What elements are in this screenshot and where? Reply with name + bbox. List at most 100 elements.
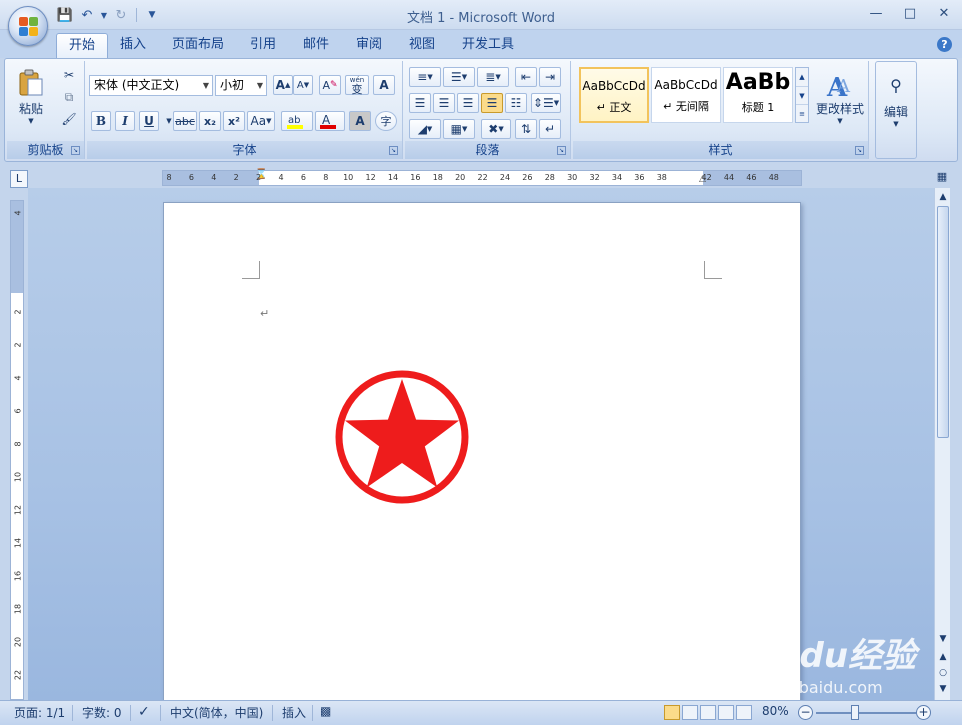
scroll-thumb[interactable]: [937, 206, 949, 438]
tab-page-layout[interactable]: 页面布局: [160, 33, 236, 58]
minimize-icon[interactable]: —: [866, 4, 886, 24]
strikethrough-button[interactable]: abc: [173, 111, 197, 131]
ruler-tick: 26: [522, 173, 533, 182]
zoom-out-icon[interactable]: −: [798, 705, 813, 720]
format-painter-icon[interactable]: 🖌: [59, 109, 79, 129]
highlight-button[interactable]: ab: [281, 111, 313, 131]
paste-dropdown-icon[interactable]: ▼: [28, 117, 33, 125]
bullets-button[interactable]: ≡ ▼: [409, 67, 441, 87]
char-shading-button[interactable]: A: [349, 111, 371, 131]
print-layout-view-icon[interactable]: [664, 705, 680, 720]
superscript-button[interactable]: x²: [223, 111, 245, 131]
clear-format-button[interactable]: A ✎: [319, 75, 341, 95]
cut-icon[interactable]: ✂: [59, 65, 79, 85]
ruler-tick: 12: [13, 504, 23, 516]
proofing-icon[interactable]: ✓: [138, 704, 150, 720]
gallery-up-icon[interactable]: ▲: [796, 68, 808, 86]
macro-record-icon[interactable]: ▩: [320, 704, 331, 718]
show-marks-icon[interactable]: ↵: [539, 119, 561, 139]
shading-button[interactable]: ◢ ▼: [409, 119, 441, 139]
ruler-tick: 20: [455, 173, 466, 182]
increase-indent-icon[interactable]: ⇥: [539, 67, 561, 87]
italic-button[interactable]: I: [115, 111, 135, 131]
chinese-layout-button[interactable]: ✖ ▼: [481, 119, 511, 139]
document-page[interactable]: ↵: [163, 202, 801, 700]
previous-page-icon[interactable]: ▲: [936, 650, 950, 664]
tab-review[interactable]: 审阅: [344, 33, 394, 58]
encircle-char-button[interactable]: 字: [375, 111, 397, 131]
font-family-value: 宋体 (中文正文): [94, 78, 180, 92]
change-case-button[interactable]: Aa ▼: [247, 111, 275, 131]
style-normal[interactable]: AaBbCcDd ↵ 正文: [579, 67, 649, 123]
gallery-down-icon[interactable]: ▼: [796, 86, 808, 104]
maximize-icon[interactable]: □: [900, 4, 920, 24]
full-screen-reading-icon[interactable]: [682, 705, 698, 720]
tab-insert[interactable]: 插入: [108, 33, 158, 58]
styles-launcher-icon[interactable]: ↘: [855, 146, 864, 155]
grow-font-button[interactable]: A ▲: [273, 75, 293, 95]
tab-developer[interactable]: 开发工具: [450, 33, 526, 58]
font-color-button[interactable]: A: [315, 111, 345, 131]
scroll-up-icon[interactable]: ▲: [936, 190, 950, 204]
document-workspace[interactable]: ↵: [28, 188, 934, 700]
paragraph-launcher-icon[interactable]: ↘: [557, 146, 566, 155]
style-no-spacing[interactable]: AaBbCcDd ↵ 无间隔: [651, 67, 721, 123]
language-status[interactable]: 中文(简体，中国): [170, 704, 263, 721]
ruler-toggle-icon[interactable]: ▦: [934, 170, 950, 186]
tab-view[interactable]: 视图: [397, 33, 447, 58]
sort-icon[interactable]: ⇅: [515, 119, 537, 139]
gallery-more-icon[interactable]: ≡: [796, 104, 808, 122]
subscript-button[interactable]: x₂: [199, 111, 221, 131]
style-heading-1[interactable]: AaBb 标题 1: [723, 67, 793, 123]
change-styles-button[interactable]: A A 更改样式 ▼: [813, 65, 867, 131]
scroll-down-icon[interactable]: ▼: [936, 632, 950, 646]
word-count[interactable]: 字数: 0: [82, 704, 122, 721]
phonetic-guide-button[interactable]: wén 变: [345, 75, 369, 95]
zoom-slider-thumb[interactable]: [850, 705, 859, 720]
web-layout-icon[interactable]: [700, 705, 716, 720]
outline-view-icon[interactable]: [718, 705, 734, 720]
justify-icon[interactable]: ☰: [481, 93, 503, 113]
line-spacing-button[interactable]: ⇕☰ ▼: [531, 93, 561, 113]
paste-button[interactable]: 粘贴 ▼: [11, 65, 51, 127]
tab-selector-button[interactable]: L: [10, 170, 28, 188]
font-size-combo[interactable]: 小初 ▼: [215, 75, 267, 96]
copy-icon[interactable]: ⧉: [59, 87, 79, 107]
align-right-icon[interactable]: ☰: [457, 93, 479, 113]
red-star-seal[interactable]: [332, 367, 472, 507]
zoom-level[interactable]: 80%: [762, 704, 789, 718]
underline-button[interactable]: U: [139, 111, 159, 131]
clipboard-launcher-icon[interactable]: ↘: [71, 146, 80, 155]
align-center-icon[interactable]: ☰: [433, 93, 455, 113]
align-left-icon[interactable]: ☰: [409, 93, 431, 113]
help-icon[interactable]: ?: [937, 37, 952, 52]
editing-button[interactable]: ⚲ 编辑 ▼: [880, 68, 912, 136]
bold-button[interactable]: B: [91, 111, 111, 131]
ribbon-tabs: 开始 插入 页面布局 引用 邮件 审阅 视图 开发工具 ?: [0, 30, 962, 58]
page-count[interactable]: 页面: 1/1: [14, 704, 65, 721]
decrease-indent-icon[interactable]: ⇤: [515, 67, 537, 87]
next-page-icon[interactable]: ▼: [936, 682, 950, 696]
font-launcher-icon[interactable]: ↘: [389, 146, 398, 155]
ruler-tick: 28: [544, 173, 555, 182]
shrink-font-button[interactable]: A ▼: [293, 75, 313, 95]
browse-object-icon[interactable]: ○: [936, 666, 950, 680]
multilevel-list-button[interactable]: ≣ ▼: [477, 67, 509, 87]
tab-references[interactable]: 引用: [238, 33, 288, 58]
close-icon[interactable]: ✕: [934, 4, 954, 24]
char-border-button[interactable]: A: [373, 75, 395, 95]
numbering-button[interactable]: ☰ ▼: [443, 67, 475, 87]
zoom-slider-track[interactable]: [816, 712, 916, 714]
horizontal-ruler[interactable]: ⌛ △ 8 6 4 2 2 4 6 8 10 12 14 16 18 20 22 24 26 28 30 32 34 36…: [162, 169, 802, 186]
insert-mode-status[interactable]: 插入: [282, 704, 306, 721]
tab-mailings[interactable]: 邮件: [291, 33, 341, 58]
distributed-icon[interactable]: ☷: [505, 93, 527, 113]
tab-home[interactable]: 开始: [56, 33, 109, 58]
draft-view-icon[interactable]: [736, 705, 752, 720]
zoom-in-icon[interactable]: +: [916, 705, 931, 720]
ruler-tick: 6: [300, 173, 306, 182]
borders-button[interactable]: ▦ ▼: [443, 119, 475, 139]
vertical-scrollbar[interactable]: ▲ ▼ ▲ ○ ▼: [934, 188, 950, 700]
office-button[interactable]: [8, 6, 48, 46]
font-family-combo[interactable]: 宋体 (中文正文) ▼: [89, 75, 213, 96]
